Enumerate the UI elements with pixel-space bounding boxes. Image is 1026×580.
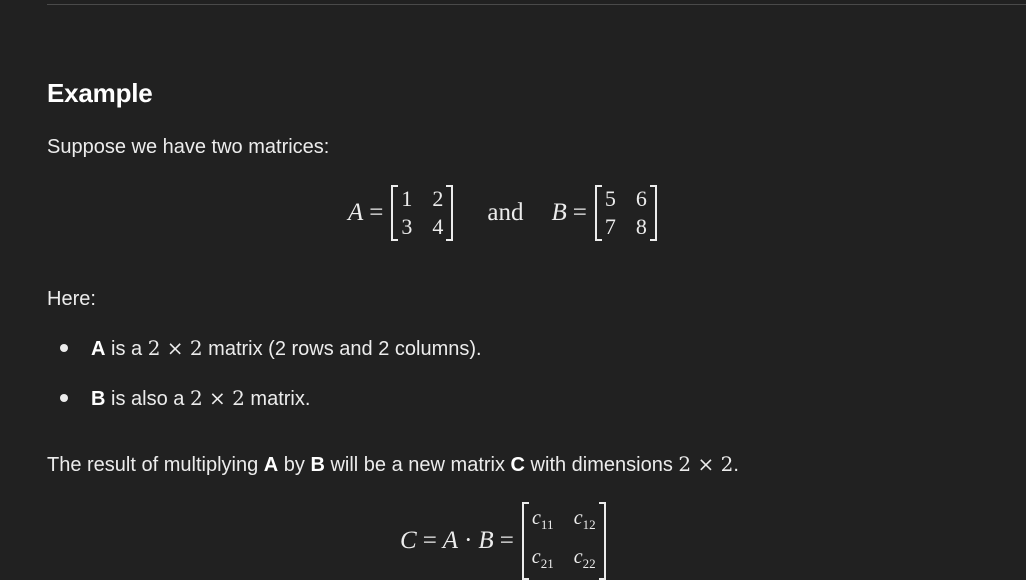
and-text: and [487, 199, 524, 226]
dot-operator: · [464, 527, 473, 554]
text-run: will be a new matrix [324, 454, 511, 476]
list-item: A is a 2 × 2 matrix (2 rows and 2 column… [47, 330, 482, 380]
list-item: B is also a 2 × 2 matrix. [47, 380, 482, 430]
text-run: by [278, 454, 311, 476]
matrix-a-cell: 2 [432, 186, 444, 211]
equals-sign: = [572, 199, 587, 226]
matrix-c-cell: c22 [574, 542, 596, 579]
matrix-b-cell: 8 [635, 214, 647, 239]
cell-base: c [532, 507, 541, 529]
matrix-b-cell: 7 [604, 214, 616, 239]
bold-term: C [510, 454, 525, 476]
text-run: . [733, 454, 739, 476]
intro-text: Suppose we have two matrices: [47, 136, 330, 158]
bold-term: B [310, 454, 325, 476]
matrix-c-cell: c21 [532, 542, 554, 579]
cell-base: c [573, 546, 583, 568]
equals-sign: = [499, 527, 514, 554]
matrix-c-cell: c11 [532, 503, 554, 540]
product-equation: C = A · B = c11 c12 c21 c22 [400, 502, 606, 580]
matrix-a-symbol: A [442, 527, 459, 554]
matrix-a-cell: 3 [401, 214, 413, 239]
section-heading: Example [47, 78, 153, 108]
text-run: matrix (2 rows and 2 columns). [202, 338, 482, 360]
matrix-c-cell: c12 [574, 503, 596, 540]
matrix-a-symbol: A [348, 199, 364, 226]
cell-subscript: 21 [540, 556, 554, 571]
matrix-c-symbol: C [400, 527, 417, 554]
matrix-b: 5 6 7 8 [594, 185, 657, 241]
cell-base: c [573, 507, 583, 529]
bullet-icon [60, 344, 68, 352]
matrix-b-cell: 6 [635, 186, 647, 211]
matrix-a-cell: 4 [432, 214, 444, 239]
matrix-b-symbol: B [551, 199, 567, 226]
equals-sign: = [422, 527, 437, 554]
bold-term: A [263, 454, 279, 476]
math-expression: 2 × 2 [147, 336, 203, 360]
text-run: with dimensions [525, 454, 679, 476]
cell-subscript: 11 [540, 517, 554, 532]
here-text: Here: [47, 288, 96, 310]
math-expression: 2 × 2 [189, 386, 245, 410]
math-expression: 2 × 2 [678, 452, 734, 476]
matrix-b-cell: 5 [604, 186, 616, 211]
bold-term: B [91, 388, 106, 410]
matrix-c: c11 c12 c21 c22 [521, 502, 606, 580]
text-run: is also a [105, 388, 190, 410]
top-divider [47, 4, 1026, 5]
text-run: matrix. [244, 388, 311, 410]
equals-sign: = [369, 199, 384, 226]
result-text: The result of multiplying A by B will be… [47, 450, 739, 479]
matrix-a-cell: 1 [401, 186, 413, 211]
bullet-list: A is a 2 × 2 matrix (2 rows and 2 column… [47, 330, 482, 430]
cell-subscript: 12 [582, 517, 596, 532]
matrix-definition-equation: A = 1 2 3 4 and B = 5 6 7 8 [348, 185, 657, 241]
cell-base: c [531, 546, 541, 568]
text-run: is a [105, 338, 148, 360]
bold-term: A [91, 338, 106, 360]
matrix-a: 1 2 3 4 [391, 185, 454, 241]
bullet-icon [60, 394, 68, 402]
cell-subscript: 22 [582, 556, 596, 571]
text-run: The result of multiplying [47, 454, 264, 476]
matrix-b-symbol: B [478, 527, 494, 554]
